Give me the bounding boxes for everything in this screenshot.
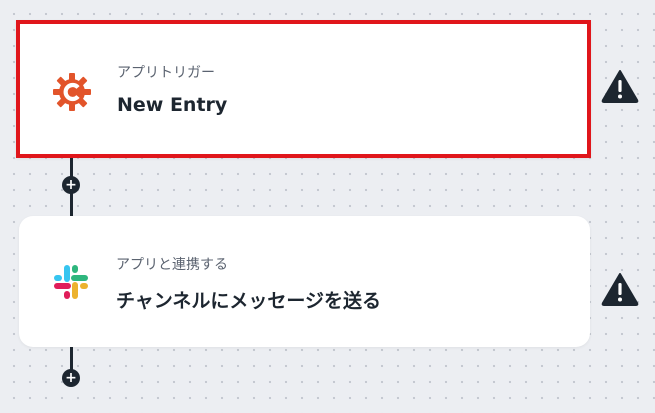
slack-icon [54,265,88,299]
cognito-forms-icon [53,73,91,111]
step-title: New Entry [117,94,228,116]
step-type-label: アプリトリガー [117,65,215,81]
add-step-button[interactable]: + [62,176,80,194]
trigger-step-card[interactable]: アプリトリガー New Entry [16,20,591,158]
action-step-card[interactable]: アプリと連携する チャンネルにメッセージを送る [19,216,590,347]
warning-icon[interactable] [601,69,639,103]
step-type-label: アプリと連携する [116,257,228,273]
step-title: チャンネルにメッセージを送る [116,290,382,312]
warning-icon[interactable] [601,272,639,306]
add-step-button[interactable]: + [62,369,80,387]
